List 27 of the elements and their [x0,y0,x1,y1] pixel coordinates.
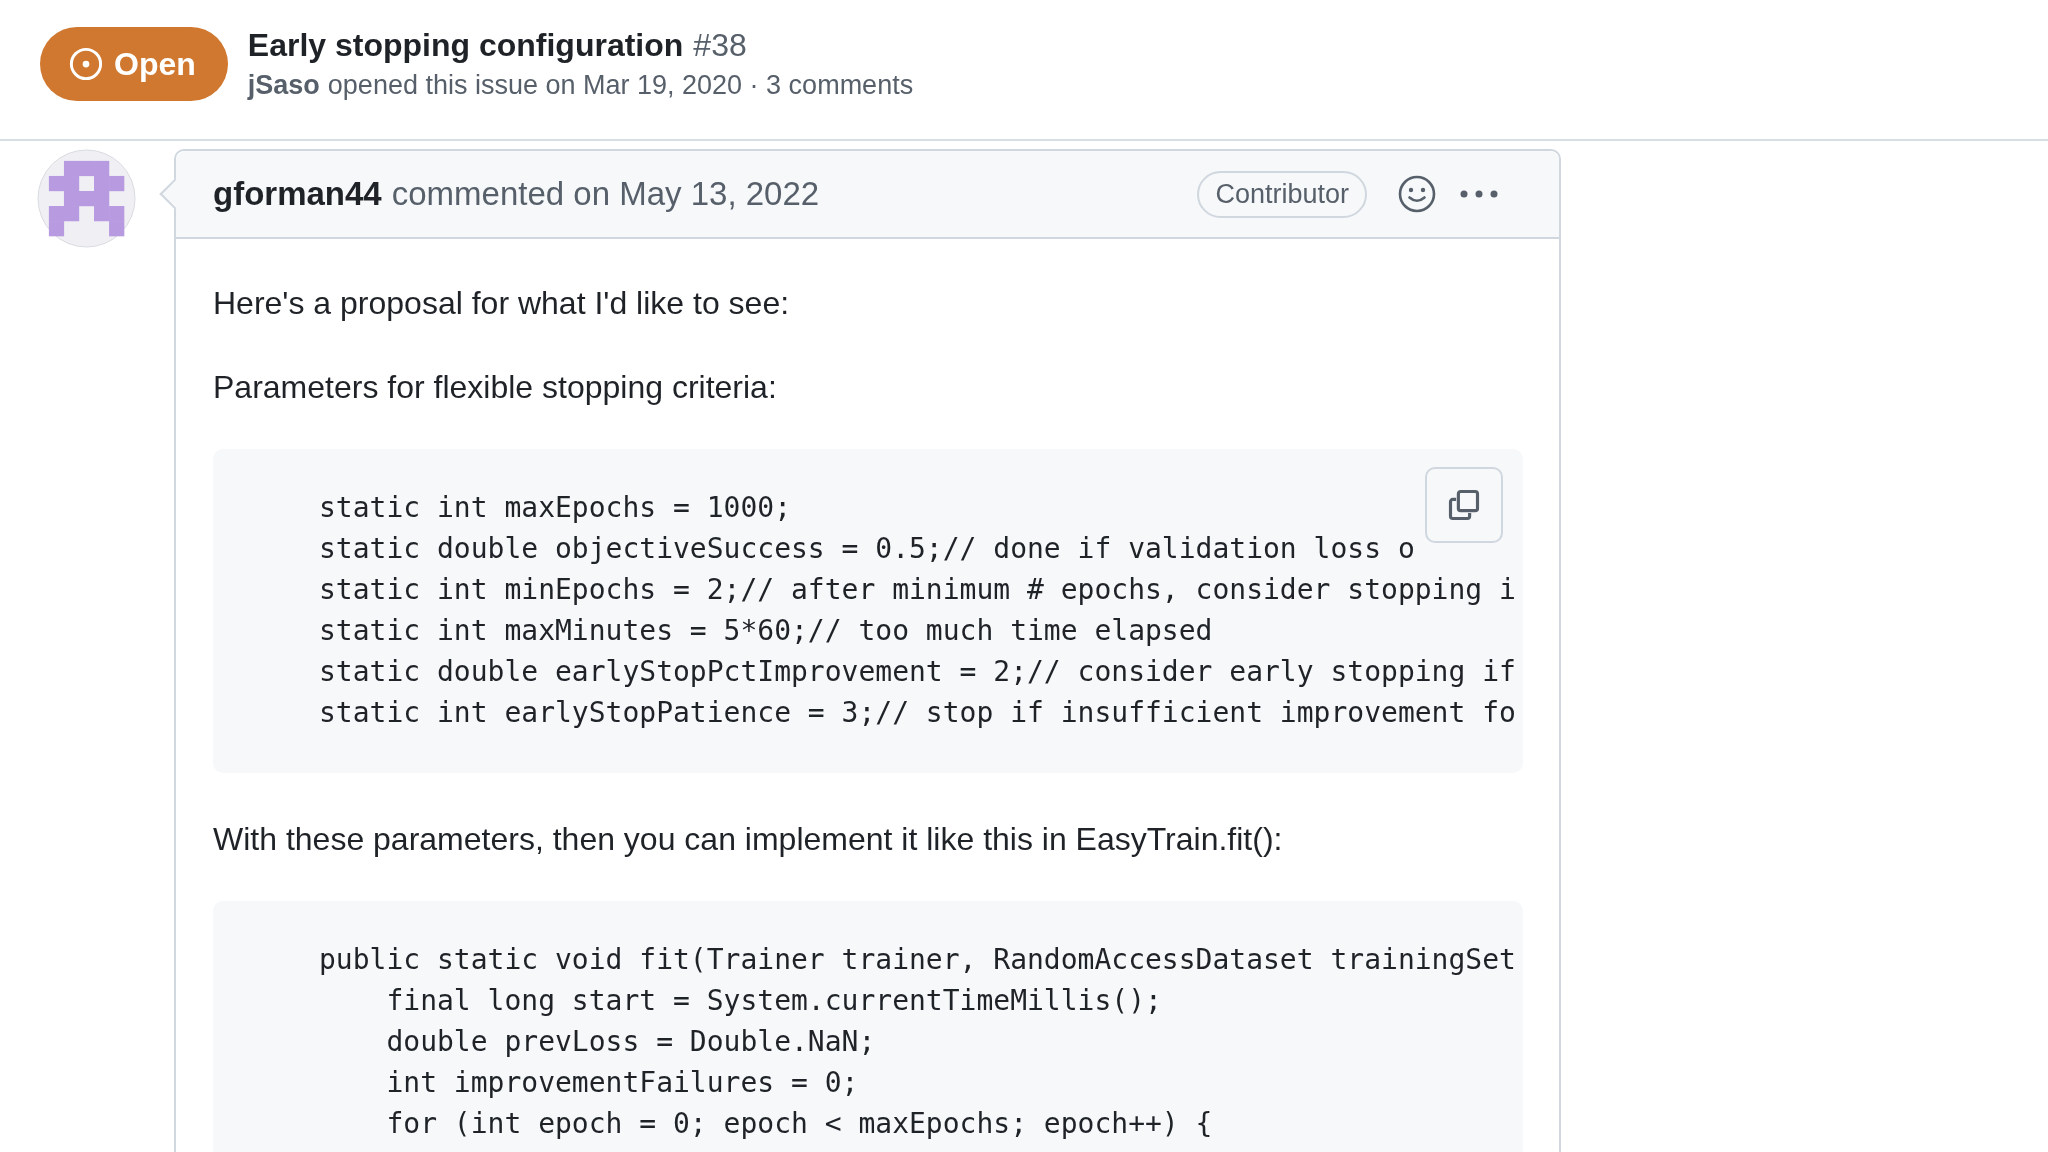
code-line: for (int epoch = 0; epoch < maxEpochs; epoch++) { [385,1106,1213,1142]
code-line: static double earlyStopPctImprovement = 2;// consider early stopping if [319,654,1516,690]
more-options-icon[interactable] [1459,189,1499,199]
smiley-icon[interactable] [1397,174,1437,214]
role-label: Contributor [1197,170,1367,218]
comment-paragraph: Parameters for flexible stopping criteria: [213,368,778,407]
code-line: static double objectiveSuccess = 0.5;// done if validation loss o [319,531,1415,567]
code-line: public static void fit(Trainer trainer, RandomAccessDataset trainingSet [319,942,1516,978]
issue-state-badge: Open [40,27,228,101]
code-line: static int minEpochs = 2;// after minimum # epochs, consider stopping i [319,572,1516,608]
code-line: double prevLoss = Double.NaN; [385,1024,876,1060]
author-link[interactable]: jSaso [247,70,320,101]
code-line: int improvementFailures = 0; [385,1065,859,1101]
code-line: final long start = System.currentTimeMillis(); [385,983,1162,1019]
code-line: static int maxMinutes = 5*60;// too much time elapsed [319,613,1213,649]
comment-meta: commented on May 13, 2022 [391,175,820,213]
circle-dot-icon [68,46,104,82]
comment-author-link[interactable]: gforman44 [213,175,382,213]
comment-paragraph: Here's a proposal for what I'd like to see: [213,284,791,323]
issue-meta: opened this issue on Mar 19, 2020 · 3 comments [327,70,914,101]
issue-number: #38 [693,27,747,64]
comment-paragraph: With these parameters, then you can implement it like this in EasyTrain.fit(): [213,820,1284,859]
code-line: static int earlyStopPatience = 3;// stop if insufficient improvement fo [319,695,1516,731]
code-line: static int maxEpochs = 1000; [319,490,791,526]
copy-button[interactable] [1425,467,1503,543]
issue-title: Early stopping configuration [247,27,684,64]
copy-icon [1446,487,1482,523]
